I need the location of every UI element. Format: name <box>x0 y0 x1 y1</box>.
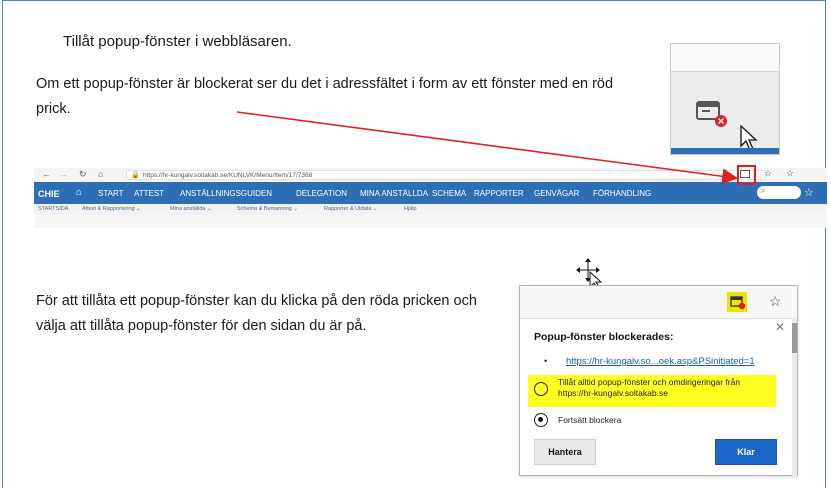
sub-mina-anstallda[interactable]: Mina anställda ⌄ <box>170 206 212 212</box>
home-icon[interactable]: ⌂ <box>76 187 82 198</box>
browser-screenshot: ← → ↻ ⌂ 🔒 https://hr-kungalv.soltakab.se… <box>34 168 827 228</box>
search-icon: ⌕ <box>761 186 766 195</box>
page-title: Tillåt popup-fönster i webbläsaren. <box>63 33 292 50</box>
star-icon[interactable]: ☆ <box>764 168 772 179</box>
star-icon[interactable]: ☆ <box>769 293 782 310</box>
instruction-paragraph-2: För att tillåta ett popup-fönster kan du… <box>36 293 477 334</box>
popup-icon-zoom-crop <box>670 43 780 155</box>
nav-delegation[interactable]: DELEGATION <box>296 189 347 198</box>
app-logo: CHIE <box>38 189 60 199</box>
nav-mina-anstallda[interactable]: MINA ANSTÄLLDA <box>360 189 428 198</box>
manage-button[interactable]: Hantera <box>534 439 596 465</box>
home-icon[interactable]: ⌂ <box>98 169 103 179</box>
nav-start[interactable]: START <box>98 189 123 198</box>
nav-forhandling[interactable]: FÖRHANDLING <box>593 189 651 198</box>
nav-attest[interactable]: ATTEST <box>134 189 164 198</box>
dialog-toolbar: ☆ <box>520 286 797 319</box>
radio-keep-blocking[interactable] <box>534 413 548 427</box>
instruction-paragraph-1: Om ett popup-fönster är blockerat ser du… <box>36 76 614 117</box>
sub-rapporter-utdata[interactable]: Rapporter & Utdata ⌄ <box>324 206 378 212</box>
sub-schema-bemanning[interactable]: Schema & Bemanning ⌄ <box>237 206 298 212</box>
dialog-heading: Popup-fönster blockerades: <box>534 331 674 343</box>
nav-schema[interactable]: SCHEMA <box>432 189 466 198</box>
main-navigation: CHIE ⌂ START ATTEST ANSTÄLLNINGSGUIDEN D… <box>34 182 827 204</box>
star-icon[interactable]: ☆ <box>804 186 814 199</box>
back-icon[interactable]: ← <box>42 169 51 179</box>
refresh-icon[interactable]: ↻ <box>79 169 87 180</box>
blocked-popup-link[interactable]: https://hr-kungalv.so...oek.asp&PSinitia… <box>566 356 755 367</box>
search-input[interactable]: ⌕ <box>757 186 801 199</box>
lock-icon: 🔒 <box>131 172 140 179</box>
popup-blocked-icon <box>696 101 727 127</box>
popup-blocked-button[interactable] <box>727 292 747 312</box>
sub-startsida[interactable]: STARTSIDA <box>38 206 68 212</box>
close-icon[interactable]: ✕ <box>775 320 785 334</box>
sub-hjalp[interactable]: Hjälp <box>404 206 417 212</box>
popup-icon-highlight-box <box>737 165 756 185</box>
forward-icon[interactable]: → <box>59 169 68 179</box>
scrollbar[interactable] <box>792 318 797 476</box>
popup-blocked-icon <box>730 296 746 310</box>
sub-navigation: STARTSIDA Attest & Rapportering ⌄ Mina a… <box>34 204 827 215</box>
option-allow-label: Tillåt alltid popup-fönster och omdirige… <box>558 377 741 398</box>
popup-blocked-dialog: ☆ ✕ Popup-fönster blockerades: • https:/… <box>519 285 798 476</box>
url-text: https://hr-kungalv.soltakab.se/KUNLVK/Me… <box>143 172 313 179</box>
nav-rapporter[interactable]: RAPPORTER <box>474 189 524 198</box>
crop-blue-strip <box>671 148 779 154</box>
nav-genvagar[interactable]: GENVÄGAR <box>534 189 579 198</box>
done-button[interactable]: Klar <box>715 439 777 465</box>
address-bar: ← → ↻ ⌂ 🔒 https://hr-kungalv.soltakab.se… <box>34 168 827 182</box>
option-block-label: Fortsätt blockera <box>558 415 622 425</box>
favorites-icon[interactable]: ☆ <box>786 168 794 179</box>
nav-anstallningsguiden[interactable]: ANSTÄLLNINGSGUIDEN <box>180 189 272 198</box>
url-field[interactable]: 🔒 https://hr-kungalv.soltakab.se/KUNLVK/… <box>126 170 766 180</box>
bullet: • <box>544 356 548 367</box>
sub-attest-rapportering[interactable]: Attest & Rapportering ⌄ <box>82 206 141 212</box>
radio-allow-always[interactable] <box>534 382 548 396</box>
